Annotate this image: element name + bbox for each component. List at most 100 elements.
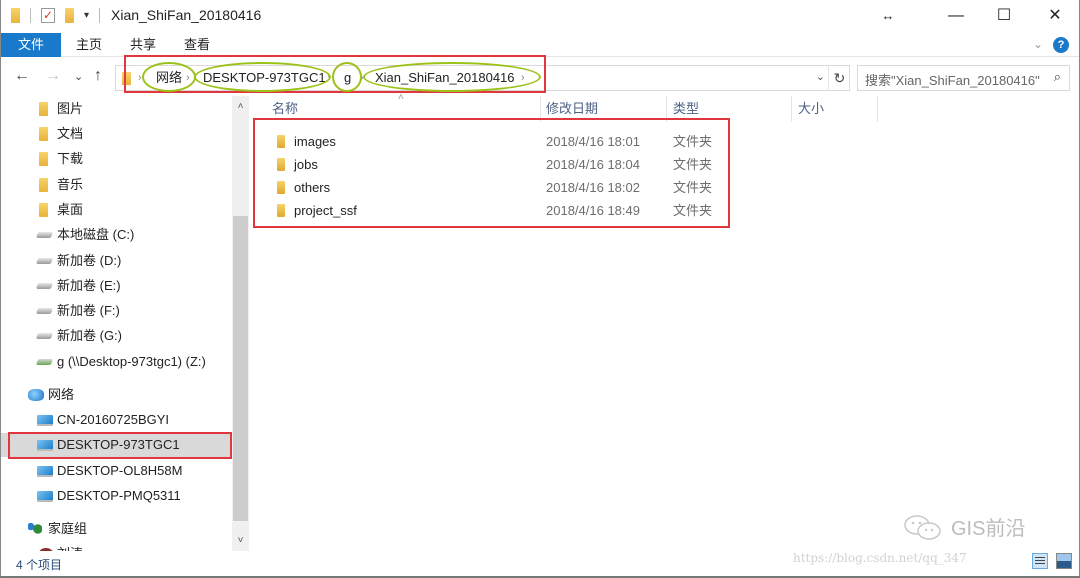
tab-home[interactable]: 主页 xyxy=(71,33,107,57)
sidebar-item-computer[interactable]: DESKTOP-PMQ5311 xyxy=(1,484,231,508)
tab-file[interactable]: 文件 xyxy=(1,33,61,57)
back-button[interactable]: ← xyxy=(14,67,30,85)
scroll-up-button[interactable]: ˄ xyxy=(232,98,249,115)
network-icon xyxy=(28,389,44,401)
sidebar-item-computer[interactable]: CN-20160725BGYI xyxy=(1,408,231,432)
folder-icon xyxy=(11,8,20,23)
sidebar-item-label: 新加卷 (E:) xyxy=(57,278,121,293)
sidebar-item-drive-c[interactable]: 本地磁盘 (C:) xyxy=(1,223,231,247)
sidebar-item-pictures[interactable]: 图片 xyxy=(1,97,231,121)
sidebar-item-music[interactable]: 音乐 xyxy=(1,173,231,197)
sidebar-item-label: 下载 xyxy=(57,151,84,166)
computer-icon xyxy=(37,466,53,477)
search-input[interactable]: 搜索"Xian_ShiFan_20180416" ⌕ xyxy=(857,65,1070,91)
properties-icon[interactable]: ✓ xyxy=(41,8,55,23)
sidebar-item-label: 本地磁盘 (C:) xyxy=(57,227,135,242)
drive-icon xyxy=(35,258,54,264)
sidebar-item-label: 新加卷 (D:) xyxy=(57,253,122,268)
annotation-red-box-selected-computer xyxy=(8,432,232,459)
ribbon-tabs: 文件 主页 共享 查看 ⌄ ? xyxy=(1,33,1079,57)
drive-icon xyxy=(35,308,54,314)
sidebar-item-drive-e[interactable]: 新加卷 (E:) xyxy=(1,274,231,298)
sidebar-item-desktop[interactable]: 桌面 xyxy=(1,198,231,222)
sidebar-item-label: DESKTOP-OL8H58M xyxy=(57,463,183,478)
column-divider[interactable] xyxy=(791,96,792,122)
sidebar-item-network-drive-z[interactable]: g (\\Desktop-973tgc1) (Z:) xyxy=(1,350,231,374)
help-button[interactable]: ? xyxy=(1053,37,1069,53)
annotation-oval-network xyxy=(142,62,196,92)
refresh-button[interactable]: ↻ xyxy=(828,65,850,91)
up-button[interactable]: ↑ xyxy=(94,67,102,85)
documents-folder-icon xyxy=(39,127,48,141)
divider xyxy=(99,8,101,23)
sidebar-item-homegroup[interactable]: 家庭组 xyxy=(1,517,231,541)
computer-icon xyxy=(37,415,53,426)
system-drive-icon xyxy=(35,232,54,238)
search-icon[interactable]: ⌕ xyxy=(1054,69,1061,85)
recent-locations-button[interactable]: ⌄ xyxy=(74,70,83,83)
sidebar-item-drive-g[interactable]: 新加卷 (G:) xyxy=(1,324,231,348)
sidebar-item-label: 新加卷 (G:) xyxy=(57,328,122,343)
close-button[interactable]: ✕ xyxy=(1032,4,1078,28)
annotation-oval-folder xyxy=(363,62,541,92)
music-folder-icon xyxy=(39,178,48,192)
sidebar-item-drive-f[interactable]: 新加卷 (F:) xyxy=(1,299,231,323)
address-dropdown-icon[interactable]: ⌄ xyxy=(816,70,825,83)
new-folder-icon[interactable] xyxy=(65,8,74,23)
scrollbar-thumb[interactable] xyxy=(233,216,248,521)
sidebar-item-user[interactable]: 刘涛 xyxy=(1,542,231,551)
homegroup-icon xyxy=(28,523,42,535)
computer-icon xyxy=(37,491,53,502)
sidebar-item-downloads[interactable]: 下载 xyxy=(1,147,231,171)
sidebar-item-label: g (\\Desktop-973tgc1) (Z:) xyxy=(57,354,206,369)
sidebar-item-computer[interactable]: DESKTOP-OL8H58M xyxy=(1,459,231,483)
sidebar-item-label: 音乐 xyxy=(57,177,84,192)
column-header-size[interactable]: 大小 xyxy=(798,96,876,122)
resize-icon: ↔ xyxy=(881,8,895,23)
sidebar-item-label: 刘涛 xyxy=(57,542,83,551)
watermark-brand: GIS前沿 xyxy=(951,518,1026,540)
sidebar-item-label: 文档 xyxy=(57,126,84,141)
forward-button[interactable]: → xyxy=(45,67,61,85)
window-title: Xian_ShiFan_20180416 xyxy=(111,7,262,23)
column-divider[interactable] xyxy=(877,96,878,122)
sidebar-item-label: 图片 xyxy=(57,101,84,116)
minimize-button[interactable]: — xyxy=(933,4,979,28)
drive-icon xyxy=(35,283,54,289)
sidebar-item-label: DESKTOP-PMQ5311 xyxy=(57,488,181,503)
large-icons-view-button[interactable] xyxy=(1056,553,1072,569)
divider xyxy=(30,8,31,23)
search-placeholder: 搜索"Xian_ShiFan_20180416" xyxy=(865,73,1040,88)
details-view-button[interactable] xyxy=(1032,553,1048,569)
expand-ribbon-icon[interactable]: ⌄ xyxy=(1033,37,1043,51)
tab-view[interactable]: 查看 xyxy=(179,33,215,57)
network-drive-icon xyxy=(35,359,54,365)
customize-toolbar-dropdown[interactable]: ▾ xyxy=(84,10,89,21)
wechat-icon xyxy=(904,515,941,540)
maximize-button[interactable]: ☐ xyxy=(981,4,1027,28)
annotation-oval-g xyxy=(332,62,362,92)
user-icon xyxy=(39,548,53,551)
annotation-oval-desktop xyxy=(194,62,331,92)
drive-icon xyxy=(35,333,54,339)
sidebar-scrollbar[interactable]: ˄ ˅ xyxy=(232,96,249,551)
sidebar-item-drive-d[interactable]: 新加卷 (D:) xyxy=(1,249,231,273)
title-bar: ✓ ▾ Xian_ShiFan_20180416 ↔ — ☐ ✕ xyxy=(1,0,1079,32)
status-item-count: 4 个项目 xyxy=(16,558,63,572)
sidebar-item-label: 桌面 xyxy=(57,202,84,217)
watermark-url: https://blog.csdn.net/qq_347 xyxy=(793,551,967,565)
sidebar-item-documents[interactable]: 文档 xyxy=(1,122,231,146)
scroll-down-button[interactable]: ˅ xyxy=(232,532,249,549)
file-explorer-window: ✓ ▾ Xian_ShiFan_20180416 ↔ — ☐ ✕ 文件 主页 共… xyxy=(0,0,1080,578)
sidebar-item-label: 网络 xyxy=(48,387,75,402)
sidebar-item-network[interactable]: 网络 xyxy=(1,383,231,407)
sidebar-item-label: CN-20160725BGYI xyxy=(57,412,170,427)
sidebar-item-label: 新加卷 (F:) xyxy=(57,303,120,318)
pictures-folder-icon xyxy=(39,102,48,116)
downloads-folder-icon xyxy=(39,152,48,166)
quick-access-toolbar: ✓ ▾ xyxy=(11,8,110,23)
sidebar-item-label: 家庭组 xyxy=(48,521,88,536)
desktop-folder-icon xyxy=(39,203,48,217)
tab-share[interactable]: 共享 xyxy=(125,33,161,57)
annotation-red-box-files xyxy=(253,118,730,228)
